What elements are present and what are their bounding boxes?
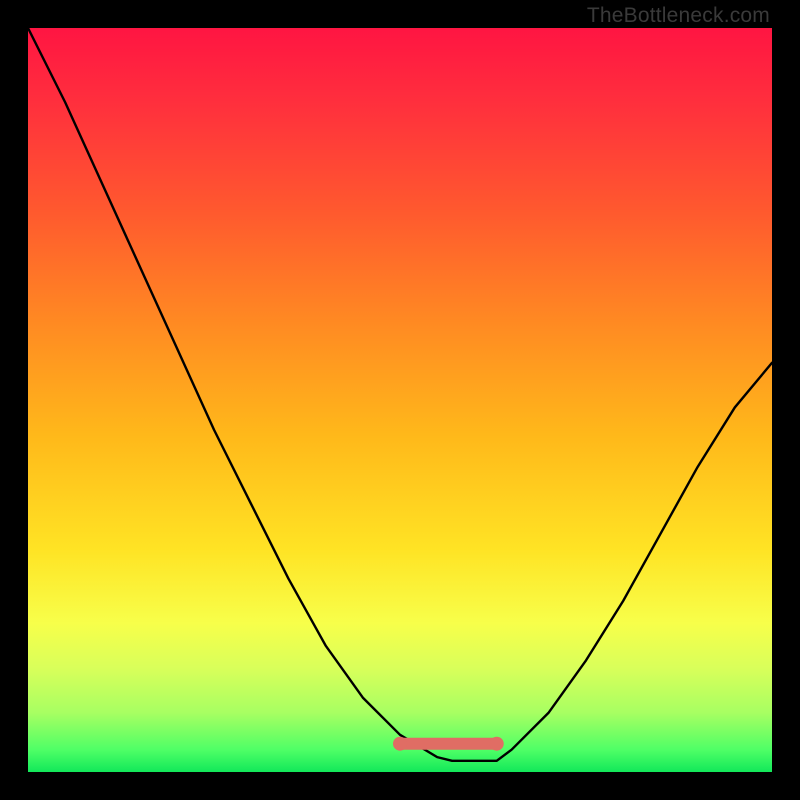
annotation-endpoint bbox=[393, 737, 407, 751]
plot-area bbox=[28, 28, 772, 772]
attribution-text: TheBottleneck.com bbox=[587, 4, 770, 28]
annotation-endpoint bbox=[490, 737, 504, 751]
series-bottleneck-curve bbox=[28, 28, 772, 761]
curve-overlay bbox=[28, 28, 772, 772]
chart-frame: TheBottleneck.com bbox=[0, 0, 800, 800]
